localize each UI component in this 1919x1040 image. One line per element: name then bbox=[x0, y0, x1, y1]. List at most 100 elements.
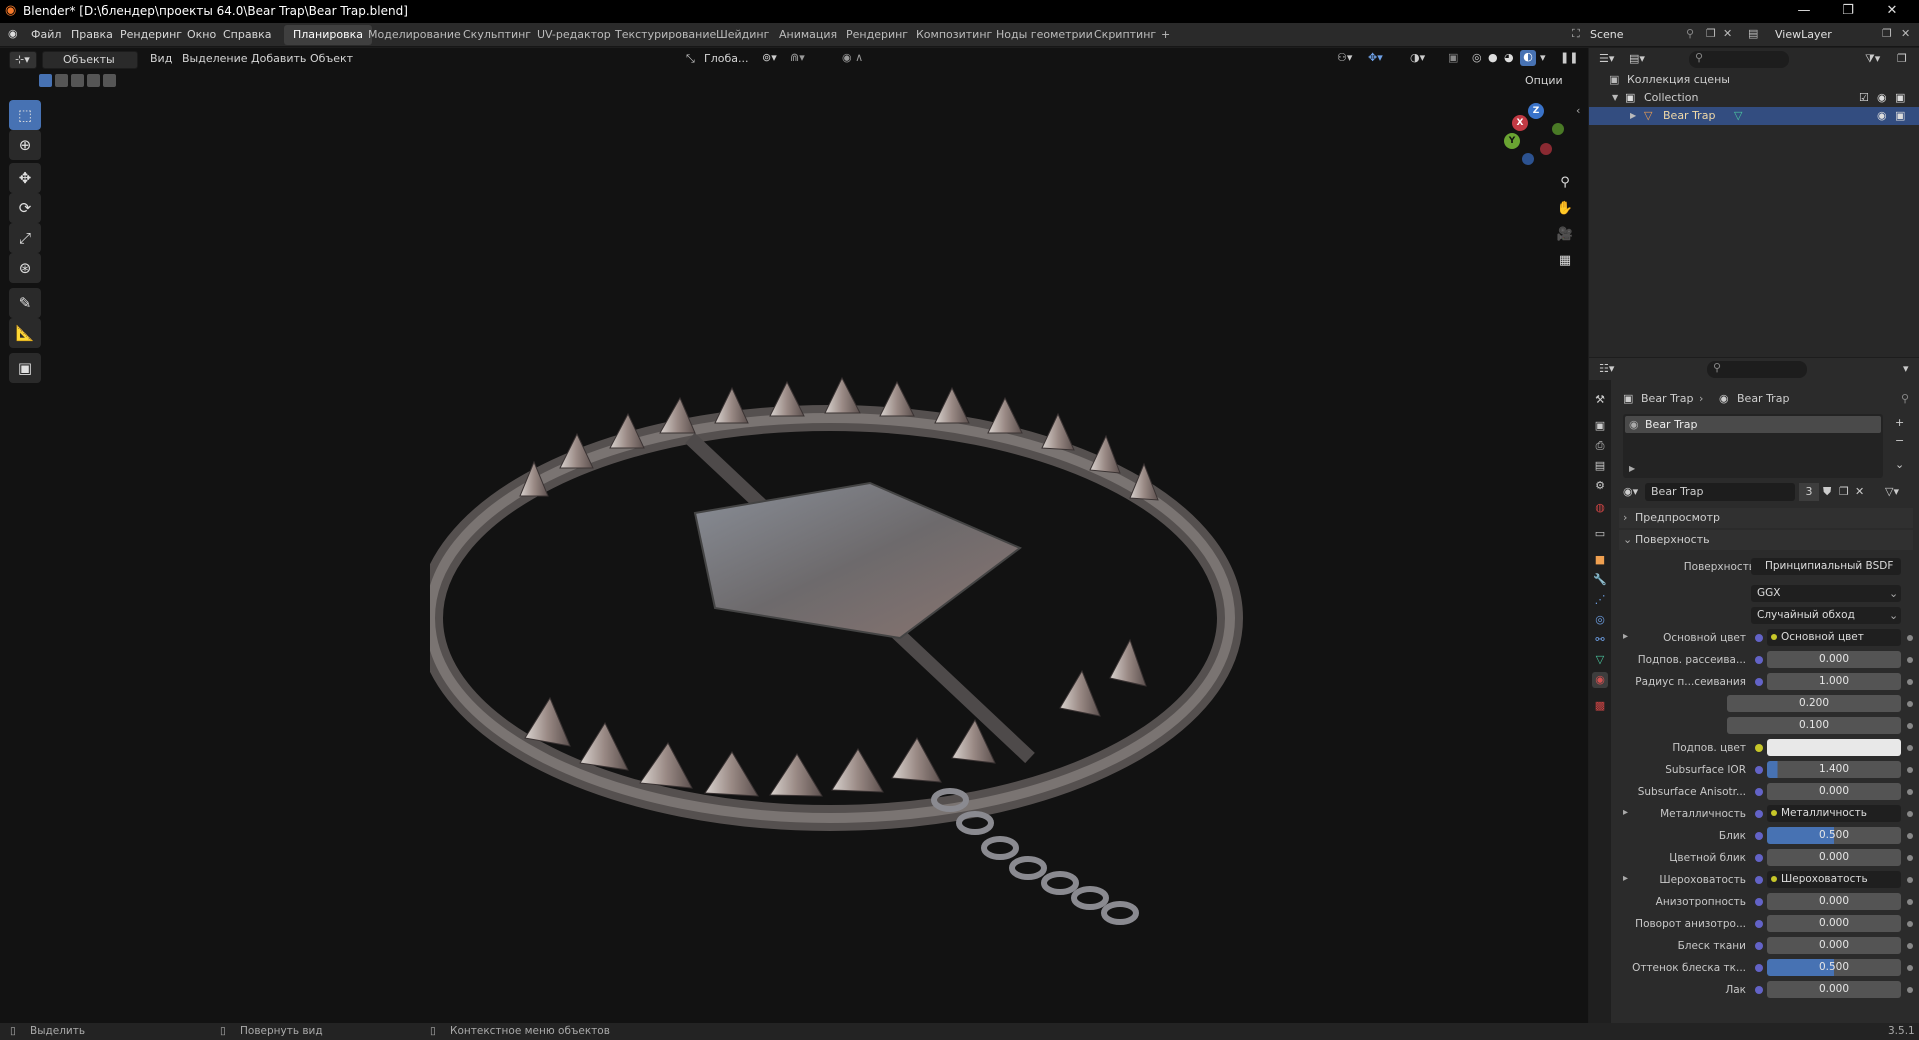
gizmo-neg-x[interactable] bbox=[1540, 143, 1552, 155]
camera-render-icon[interactable]: ▣ bbox=[1895, 107, 1905, 125]
keyframe-icon[interactable] bbox=[1907, 679, 1913, 685]
collapse-sidebar-icon[interactable]: ‹ bbox=[1576, 104, 1580, 117]
menu-select[interactable]: Выделение bbox=[182, 52, 248, 65]
new-view-layer-icon[interactable]: ❐ bbox=[1882, 27, 1892, 40]
bsdf-input-field[interactable]: Основной цвет bbox=[1767, 629, 1901, 646]
pin-icon[interactable]: ⚲ bbox=[1901, 392, 1909, 405]
move-tool[interactable]: ✥ bbox=[9, 163, 41, 193]
outliner-row-bear-trap[interactable]: ▶ ▽ Bear Trap ▽ ◉ ▣ bbox=[1589, 107, 1919, 125]
socket-dot-icon[interactable] bbox=[1755, 832, 1763, 840]
bsdf-input-field[interactable]: Металличность bbox=[1767, 805, 1901, 822]
socket-dot-icon[interactable] bbox=[1755, 766, 1763, 774]
material-slot-item[interactable]: ◉ Bear Trap bbox=[1625, 416, 1881, 433]
socket-dot-icon[interactable] bbox=[1755, 810, 1763, 818]
collection-checkbox-icon[interactable]: ☑ bbox=[1859, 89, 1869, 107]
outliner-editor-icon[interactable]: ☰▾ bbox=[1599, 52, 1614, 65]
select-subtract-icon[interactable] bbox=[71, 74, 84, 87]
socket-dot-icon[interactable] bbox=[1755, 898, 1763, 906]
keyframe-icon[interactable] bbox=[1907, 767, 1913, 773]
bsdf-input-field[interactable]: 0.500 bbox=[1767, 827, 1901, 844]
new-collection-icon[interactable]: ❐ bbox=[1897, 52, 1907, 65]
bsdf-input-field[interactable]: 0.000 bbox=[1767, 915, 1901, 932]
gizmo-x-axis[interactable]: X bbox=[1512, 115, 1528, 131]
socket-dot-icon[interactable] bbox=[1755, 744, 1763, 752]
add-cube-tool[interactable]: ▣ bbox=[9, 353, 41, 383]
gizmo-z-axis[interactable]: Z bbox=[1528, 103, 1544, 119]
camera-render-icon[interactable]: ▣ bbox=[1895, 89, 1905, 107]
material-users[interactable]: 3 bbox=[1799, 483, 1819, 501]
shading-options-icon[interactable]: ▾ bbox=[1540, 51, 1546, 64]
options-chevron-icon[interactable]: ▾ bbox=[1903, 362, 1909, 375]
tab-shading[interactable]: Шейдинг bbox=[707, 25, 778, 45]
select-box-tool[interactable]: ⬚ bbox=[9, 100, 41, 130]
pan-icon[interactable]: ✋ bbox=[1554, 198, 1576, 220]
blender-menu-icon[interactable]: ◉ bbox=[8, 27, 18, 40]
tab-animation[interactable]: Анимация bbox=[770, 25, 846, 45]
keyframe-icon[interactable] bbox=[1907, 745, 1913, 751]
socket-dot-icon[interactable] bbox=[1755, 788, 1763, 796]
keyframe-icon[interactable] bbox=[1907, 921, 1913, 927]
preview-panel-header[interactable]: › Предпросмотр bbox=[1619, 508, 1913, 528]
unlink-material-icon[interactable]: ✕ bbox=[1855, 485, 1864, 498]
menu-view[interactable]: Вид bbox=[150, 52, 172, 65]
zoom-icon[interactable]: ⚲ bbox=[1554, 172, 1576, 194]
shading-rendered-icon[interactable]: ◐ bbox=[1520, 50, 1536, 66]
snap-icon[interactable]: ⋒▾ bbox=[790, 51, 805, 64]
keyframe-icon[interactable] bbox=[1907, 657, 1913, 663]
view-layer-selector[interactable]: ViewLayer bbox=[1748, 25, 1878, 45]
menu-render[interactable]: Рендеринг bbox=[120, 28, 182, 41]
scene-tab-icon[interactable]: ⚙ bbox=[1592, 478, 1608, 494]
socket-dot-icon[interactable] bbox=[1755, 986, 1763, 994]
camera-view-icon[interactable]: 🎥 bbox=[1554, 224, 1576, 246]
modifier-tab-icon[interactable]: 🔧 bbox=[1592, 572, 1608, 588]
filter-icon[interactable]: ⧩▾ bbox=[1865, 52, 1880, 66]
bsdf-input-field[interactable]: 1.400 bbox=[1767, 761, 1901, 778]
socket-dot-icon[interactable] bbox=[1755, 634, 1763, 642]
transform-tool[interactable]: ⊛ bbox=[9, 253, 41, 283]
scale-tool[interactable]: ⤢ bbox=[9, 223, 41, 253]
shading-wireframe-icon[interactable]: ◎ bbox=[1472, 51, 1482, 64]
gizmo-neg-y[interactable] bbox=[1552, 123, 1564, 135]
menu-edit[interactable]: Правка bbox=[71, 28, 113, 41]
keyframe-icon[interactable] bbox=[1907, 855, 1913, 861]
bsdf-input-field[interactable]: 0.000 bbox=[1767, 651, 1901, 668]
new-scene-icon[interactable]: ❐ bbox=[1706, 27, 1716, 40]
visibility-icon[interactable]: ⚇▾ bbox=[1337, 51, 1352, 64]
gizmo-neg-z[interactable] bbox=[1522, 153, 1534, 165]
select-new-icon[interactable] bbox=[39, 74, 52, 87]
cursor-tool[interactable]: ⊕ bbox=[9, 130, 41, 160]
properties-search[interactable]: ⚲ bbox=[1707, 361, 1807, 378]
annotate-tool[interactable]: ✎ bbox=[9, 288, 41, 318]
pause-render-icon[interactable]: ❚❚ bbox=[1560, 51, 1578, 64]
socket-dot-icon[interactable] bbox=[1755, 656, 1763, 664]
gizmo-y-axis[interactable]: Y bbox=[1504, 133, 1520, 149]
delete-view-layer-icon[interactable]: ✕ bbox=[1901, 27, 1910, 40]
outliner-search[interactable]: ⚲ bbox=[1689, 51, 1789, 68]
eye-icon[interactable]: ◉ bbox=[1877, 107, 1887, 125]
socket-dot-icon[interactable] bbox=[1755, 876, 1763, 884]
keyframe-icon[interactable] bbox=[1907, 811, 1913, 817]
keyframe-icon[interactable] bbox=[1907, 833, 1913, 839]
mesh-data-icon[interactable]: ▽ bbox=[1734, 107, 1742, 125]
bsdf-input-field[interactable]: 0.000 bbox=[1767, 937, 1901, 954]
remove-slot-button[interactable]: − bbox=[1895, 434, 1904, 447]
object-tab-icon[interactable]: ■ bbox=[1592, 552, 1608, 568]
editor-type-button[interactable]: ⊹▾ bbox=[9, 51, 37, 69]
physics-tab-icon[interactable]: ◎ bbox=[1592, 612, 1608, 628]
select-extend-icon[interactable] bbox=[55, 74, 68, 87]
mode-selector[interactable]: Объекты bbox=[42, 51, 138, 69]
select-invert-icon[interactable] bbox=[87, 74, 100, 87]
maximize-button[interactable]: ❐ bbox=[1826, 0, 1870, 23]
close-button[interactable]: ✕ bbox=[1870, 0, 1914, 23]
eye-icon[interactable]: ◉ bbox=[1877, 89, 1887, 107]
outliner-row-scene-collection[interactable]: ▣ Коллекция сцены bbox=[1589, 71, 1919, 89]
constraints-tab-icon[interactable]: ⚯ bbox=[1592, 632, 1608, 648]
proportional-edit-icon[interactable]: ◉ ∧ bbox=[842, 51, 863, 64]
menu-add[interactable]: Добавить bbox=[251, 52, 306, 65]
socket-dot-icon[interactable] bbox=[1755, 942, 1763, 950]
options-dropdown[interactable]: Опции bbox=[1520, 73, 1580, 91]
add-workspace-button[interactable]: + bbox=[1152, 25, 1179, 45]
keyframe-icon[interactable] bbox=[1907, 899, 1913, 905]
surface-shader-field[interactable]: Принципиальный BSDF bbox=[1751, 558, 1901, 575]
keyframe-icon[interactable] bbox=[1907, 723, 1913, 729]
